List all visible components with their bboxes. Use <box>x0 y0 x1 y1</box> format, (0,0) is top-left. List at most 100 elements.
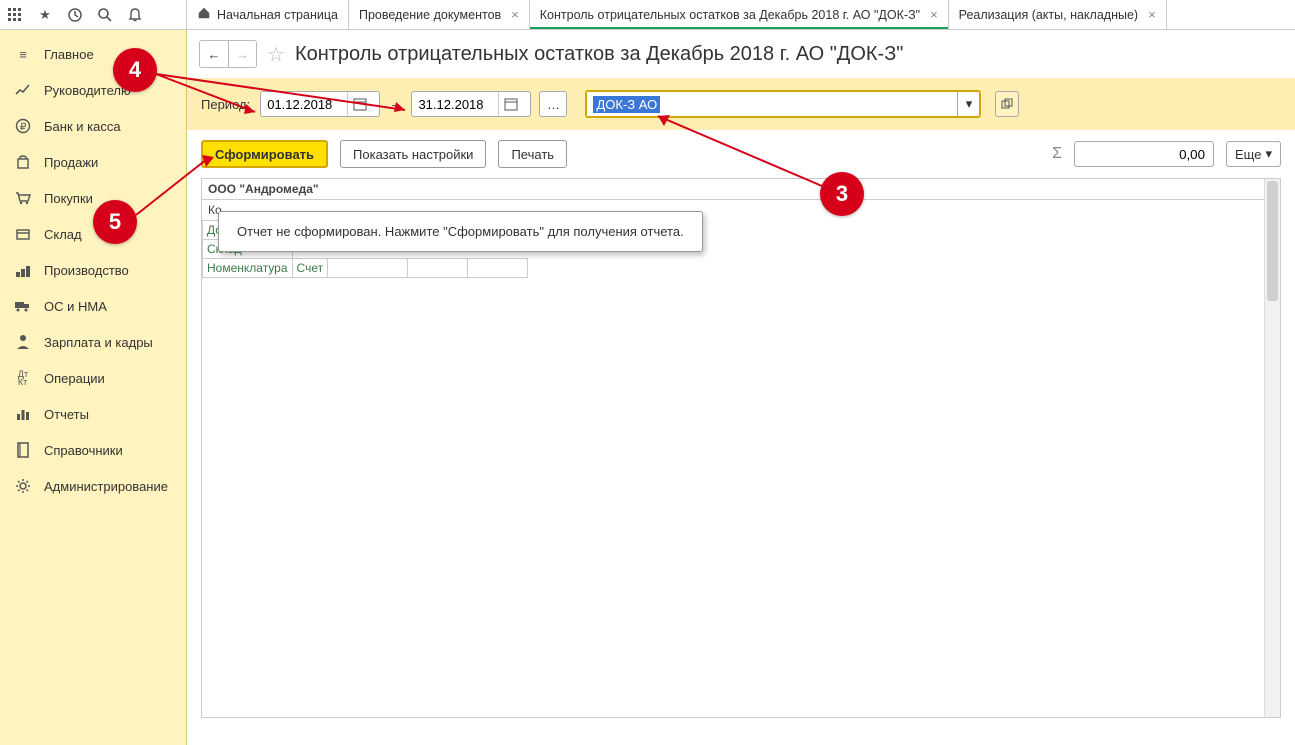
star-icon[interactable]: ★ <box>36 6 54 24</box>
main-area: ← → ☆ Контроль отрицательных остатков за… <box>187 30 1295 745</box>
organization-field[interactable]: ДОК-З АО <box>587 92 957 116</box>
gear-icon <box>14 477 32 495</box>
sidebar-item-sales[interactable]: Продажи <box>0 144 186 180</box>
sidebar-item-label: Отчеты <box>44 407 89 422</box>
close-icon[interactable]: × <box>930 7 938 22</box>
tab-posting[interactable]: Проведение документов × <box>349 0 530 29</box>
button-label: Сформировать <box>215 147 314 162</box>
sidebar-item-label: Склад <box>44 227 82 242</box>
report-area: ООО "Андромеда" Ко До Склад Номенклатура… <box>201 178 1281 718</box>
period-label: Период: <box>201 97 250 112</box>
dtkt-icon: ДтКт <box>14 369 32 387</box>
sidebar-item-label: Администрирование <box>44 479 168 494</box>
nav-forward-button[interactable]: → <box>228 41 256 67</box>
period-dash: – <box>392 97 399 112</box>
tab-label: Проведение документов <box>359 8 501 22</box>
sidebar-item-admin[interactable]: Администрирование <box>0 468 186 504</box>
menu-icon: ≡ <box>14 45 32 63</box>
history-icon[interactable] <box>66 6 84 24</box>
sidebar-item-references[interactable]: Справочники <box>0 432 186 468</box>
button-label: Еще <box>1235 147 1261 162</box>
sidebar-item-label: Производство <box>44 263 129 278</box>
tabs: Начальная страница Проведение документов… <box>187 0 1295 29</box>
sidebar-item-purchases[interactable]: Покупки <box>0 180 186 216</box>
sidebar: ≡Главное Руководителю ₽ Банк и касса Прод… <box>0 30 187 745</box>
more-button[interactable]: Еще ▾ <box>1226 141 1281 167</box>
page-title: Контроль отрицательных остатков за Декаб… <box>295 43 903 66</box>
tab-negative-control[interactable]: Контроль отрицательных остатков за Декаб… <box>530 0 949 29</box>
box-icon <box>14 225 32 243</box>
report-cell <box>468 259 528 278</box>
sidebar-item-label: Зарплата и кадры <box>44 335 153 350</box>
callout-4: 4 <box>113 48 157 92</box>
sidebar-item-label: Банк и касса <box>44 119 121 134</box>
period-picker-button[interactable]: … <box>539 91 567 117</box>
ruble-icon: ₽ <box>14 117 32 135</box>
sidebar-item-salary[interactable]: Зарплата и кадры <box>0 324 186 360</box>
close-icon[interactable]: × <box>1148 7 1156 22</box>
tab-label: Реализация (акты, накладные) <box>959 8 1138 22</box>
apps-icon[interactable] <box>6 6 24 24</box>
sidebar-item-label: Справочники <box>44 443 123 458</box>
organization-field-wrap: ДОК-З АО ▾ <box>585 90 981 118</box>
open-external-button[interactable] <box>995 91 1019 117</box>
bag-icon <box>14 153 32 171</box>
sidebar-item-main[interactable]: ≡Главное <box>0 36 186 72</box>
callout-5: 5 <box>93 200 137 244</box>
sidebar-item-label: Покупки <box>44 191 93 206</box>
sidebar-item-bank[interactable]: ₽ Банк и касса <box>0 108 186 144</box>
calendar-icon[interactable] <box>347 92 371 116</box>
report-cell: Номенклатура <box>203 259 293 278</box>
tab-realization[interactable]: Реализация (акты, накладные) × <box>949 0 1167 29</box>
callout-3: 3 <box>820 172 864 216</box>
sidebar-item-label: Операции <box>44 371 105 386</box>
book-icon <box>14 441 32 459</box>
sidebar-item-reports[interactable]: Отчеты <box>0 396 186 432</box>
report-tooltip: Отчет не сформирован. Нажмите "Сформиров… <box>218 211 703 252</box>
date-to-field[interactable] <box>411 91 531 117</box>
button-label: Показать настройки <box>353 147 473 162</box>
sidebar-item-manager[interactable]: Руководителю <box>0 72 186 108</box>
person-icon <box>14 333 32 351</box>
close-icon[interactable]: × <box>511 7 519 22</box>
calendar-icon[interactable] <box>498 92 522 116</box>
search-icon[interactable] <box>96 6 114 24</box>
organization-selected: ДОК-З АО <box>593 96 660 113</box>
button-label: Печать <box>511 147 554 162</box>
sigma-icon[interactable]: Σ <box>1052 145 1062 163</box>
total-field[interactable] <box>1074 141 1214 167</box>
tab-home[interactable]: Начальная страница <box>187 0 349 29</box>
date-from-input[interactable] <box>267 97 347 112</box>
chevron-down-icon: ▾ <box>1265 146 1272 162</box>
sidebar-item-operations[interactable]: ДтКт Операции <box>0 360 186 396</box>
sidebar-item-assets[interactable]: ОС и НМА <box>0 288 186 324</box>
nav-buttons: ← → <box>199 40 257 68</box>
sidebar-item-label: Продажи <box>44 155 98 170</box>
date-from-field[interactable] <box>260 91 380 117</box>
svg-text:₽: ₽ <box>20 122 27 133</box>
report-company: ООО "Андромеда" <box>202 179 1280 200</box>
chevron-down-icon[interactable]: ▾ <box>957 92 979 116</box>
tab-label: Контроль отрицательных остатков за Декаб… <box>540 8 920 22</box>
sidebar-item-production[interactable]: Производство <box>0 252 186 288</box>
home-icon <box>197 6 211 23</box>
tab-label: Начальная страница <box>217 8 338 22</box>
nav-back-button[interactable]: ← <box>200 41 228 67</box>
truck-icon <box>14 297 32 315</box>
print-button[interactable]: Печать <box>498 140 567 168</box>
buttons-row: Сформировать Показать настройки Печать Σ… <box>187 130 1295 178</box>
chart-icon <box>14 81 32 99</box>
favorite-star-icon[interactable]: ☆ <box>267 42 285 67</box>
top-toolbar: ★ <box>0 0 187 29</box>
vertical-scrollbar[interactable] <box>1264 179 1280 717</box>
sidebar-item-label: ОС и НМА <box>44 299 107 314</box>
date-to-input[interactable] <box>418 97 498 112</box>
show-settings-button[interactable]: Показать настройки <box>340 140 486 168</box>
report-cell <box>408 259 468 278</box>
report-cell <box>328 259 408 278</box>
period-panel: Период: – … ДОК-З АО ▾ <box>187 78 1295 130</box>
report-cell: Счет <box>292 259 328 278</box>
bell-icon[interactable] <box>126 6 144 24</box>
scroll-thumb[interactable] <box>1267 181 1278 301</box>
generate-button[interactable]: Сформировать <box>201 140 328 168</box>
